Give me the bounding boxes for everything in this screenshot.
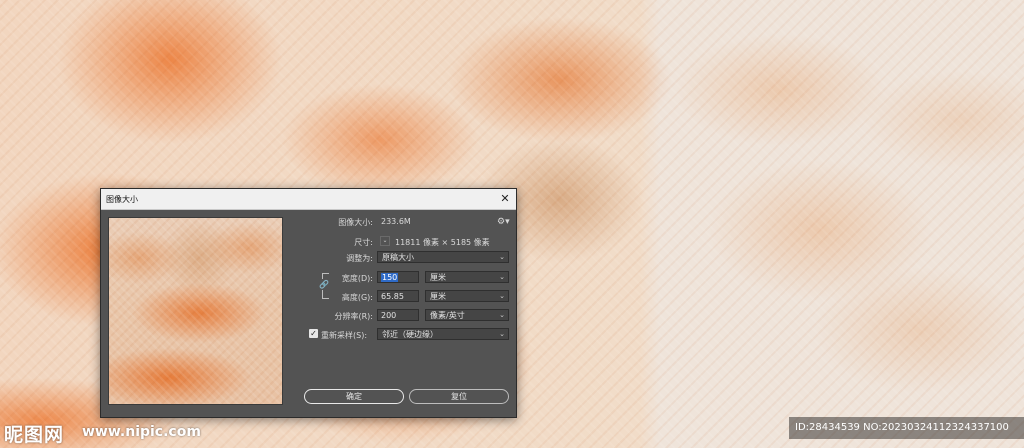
chevron-down-icon: ⌄ (499, 292, 505, 300)
dialog-titlebar: 图像大小 ✕ (101, 189, 516, 210)
watermark-id: ID:28434539 NO:20230324112324337100 (789, 417, 1024, 439)
image-size-dialog: 图像大小 ✕ 图像大小: 233.6M ⚙▾ 尺寸: ⌄ 11811 像素 × … (100, 188, 517, 418)
resolution-value: 200 (381, 311, 397, 320)
watermark-url: www.nipic.com (82, 424, 201, 440)
resample-value: 邻近（硬边缘） (382, 330, 438, 339)
watermark-logo-text: 昵图网 (4, 424, 65, 446)
width-value: 150 (381, 273, 399, 282)
height-input[interactable]: 65.85 (377, 290, 419, 302)
gear-icon[interactable]: ⚙▾ (497, 217, 510, 227)
dialog-title: 图像大小 (106, 195, 138, 204)
fit-to-label: 调整为: (346, 254, 373, 263)
resample-label: 重新采样(S): (321, 331, 368, 340)
resolution-label: 分辨率(R): (334, 312, 374, 321)
width-unit-dropdown[interactable]: 厘米 ⌄ (425, 271, 509, 283)
reset-button[interactable]: 复位 (409, 389, 509, 404)
chevron-down-icon[interactable]: ⌄ (380, 236, 390, 246)
height-unit: 厘米 (430, 292, 446, 301)
dimensions-label: 尺寸: (354, 238, 373, 247)
width-input[interactable]: 150 (377, 271, 419, 283)
resample-dropdown[interactable]: 邻近（硬边缘） ⌄ (377, 328, 509, 340)
height-label: 高度(G): (341, 293, 373, 302)
fit-to-value: 原稿大小 (382, 253, 414, 262)
image-size-label: 图像大小: (338, 218, 373, 227)
image-preview[interactable] (108, 217, 283, 405)
close-button[interactable]: ✕ (498, 191, 512, 206)
image-size-value: 233.6M (381, 217, 411, 226)
chevron-down-icon: ⌄ (499, 253, 505, 261)
chevron-down-icon: ⌄ (499, 330, 505, 338)
ok-button[interactable]: 确定 (304, 389, 404, 404)
chevron-down-icon: ⌄ (499, 311, 505, 319)
fit-to-dropdown[interactable]: 原稿大小 ⌄ (377, 251, 509, 263)
resolution-unit: 像素/英寸 (430, 311, 465, 320)
resolution-input[interactable]: 200 (377, 309, 419, 321)
height-value: 65.85 (381, 292, 404, 301)
chevron-down-icon: ⌄ (499, 273, 505, 281)
resample-checkbox[interactable]: ✓ (309, 329, 318, 338)
dimensions-value: 11811 像素 × 5185 像素 (395, 238, 490, 247)
watermark-logo: 昵图网 www.nipic.com (0, 417, 210, 448)
width-label: 宽度(D): (341, 274, 373, 283)
resolution-unit-dropdown[interactable]: 像素/英寸 ⌄ (425, 309, 509, 321)
preview-texture (109, 218, 282, 404)
width-unit: 厘米 (430, 273, 446, 282)
height-unit-dropdown[interactable]: 厘米 ⌄ (425, 290, 509, 302)
